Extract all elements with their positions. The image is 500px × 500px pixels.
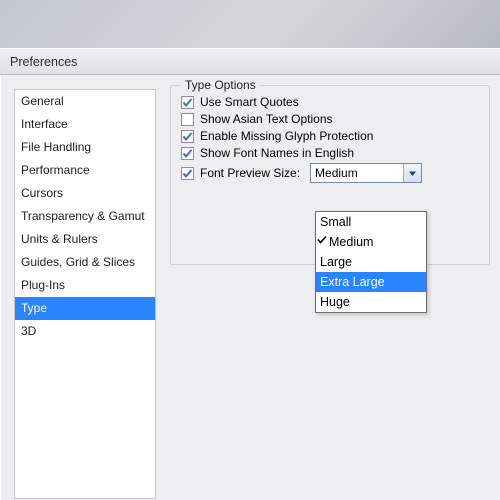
sidebar-item-3d[interactable]: 3D [15, 320, 155, 343]
dropdown-item-extra-large[interactable]: Extra Large [316, 272, 426, 292]
sidebar-item-label: Cursors [21, 186, 63, 200]
dialog-body: General Interface File Handling Performa… [0, 75, 500, 500]
type-options-legend: Type Options [181, 78, 260, 92]
sidebar-item-label: Interface [21, 117, 68, 131]
check-label: Use Smart Quotes [200, 95, 299, 109]
sidebar-item-type[interactable]: Type [15, 297, 155, 320]
dropdown-item-label: Huge [320, 295, 350, 309]
check-font-preview-size[interactable] [181, 167, 194, 180]
check-smart-quotes-row: Use Smart Quotes [181, 95, 481, 109]
dropdown-item-label: Extra Large [320, 275, 385, 289]
preferences-dialog: Preferences General Interface File Handl… [0, 48, 500, 500]
checkmark-icon [182, 131, 193, 142]
dialog-titlebar: Preferences [0, 49, 500, 75]
sidebar-item-general[interactable]: General [15, 90, 155, 113]
dropdown-item-large[interactable]: Large [316, 252, 426, 272]
font-preview-row: Font Preview Size: Medium [181, 163, 481, 183]
combo-dropdown-button[interactable] [403, 164, 421, 182]
sidebar-item-performance[interactable]: Performance [15, 159, 155, 182]
dialog-title: Preferences [10, 55, 77, 69]
check-asian-text[interactable] [181, 113, 194, 126]
font-preview-size-dropdown[interactable]: Small Medium Large Extra Large Huge [315, 211, 427, 313]
current-selection-icon [317, 235, 327, 245]
sidebar-item-cursors[interactable]: Cursors [15, 182, 155, 205]
font-preview-label: Font Preview Size: [200, 166, 300, 180]
combo-value: Medium [311, 164, 403, 182]
check-font-names-english[interactable] [181, 147, 194, 160]
dropdown-item-label: Large [320, 255, 352, 269]
check-smart-quotes[interactable] [181, 96, 194, 109]
category-listbox[interactable]: General Interface File Handling Performa… [14, 89, 156, 499]
dropdown-item-label: Medium [320, 235, 373, 249]
sidebar-item-label: General [21, 94, 64, 108]
sidebar-item-label: Transparency & Gamut [21, 209, 145, 223]
check-missing-glyph-row: Enable Missing Glyph Protection [181, 129, 481, 143]
check-asian-text-row: Show Asian Text Options [181, 112, 481, 126]
sidebar-item-interface[interactable]: Interface [15, 113, 155, 136]
sidebar-item-guides-grid-slices[interactable]: Guides, Grid & Slices [15, 251, 155, 274]
check-label: Show Font Names in English [200, 146, 354, 160]
check-missing-glyph[interactable] [181, 130, 194, 143]
sidebar-item-file-handling[interactable]: File Handling [15, 136, 155, 159]
check-label: Show Asian Text Options [200, 112, 333, 126]
sidebar-item-label: Plug-Ins [21, 278, 65, 292]
checkmark-icon [182, 148, 193, 159]
checkmark-icon [182, 97, 193, 108]
sidebar-item-label: Performance [21, 163, 90, 177]
sidebar-item-label: File Handling [21, 140, 91, 154]
dropdown-item-huge[interactable]: Huge [316, 292, 426, 312]
sidebar-item-label: Type [21, 301, 47, 315]
sidebar-item-units-rulers[interactable]: Units & Rulers [15, 228, 155, 251]
sidebar-item-label: Guides, Grid & Slices [21, 255, 135, 269]
font-preview-size-combo[interactable]: Medium [310, 163, 422, 183]
sidebar-item-label: 3D [21, 324, 36, 338]
dropdown-item-medium[interactable]: Medium [316, 232, 426, 252]
check-label: Enable Missing Glyph Protection [200, 129, 373, 143]
dropdown-item-label: Small [320, 215, 351, 229]
sidebar-item-transparency-gamut[interactable]: Transparency & Gamut [15, 205, 155, 228]
sidebar-item-label: Units & Rulers [21, 232, 98, 246]
sidebar-item-plug-ins[interactable]: Plug-Ins [15, 274, 155, 297]
dropdown-item-small[interactable]: Small [316, 212, 426, 232]
chevron-down-icon [408, 169, 417, 178]
checkmark-icon [182, 168, 193, 179]
check-font-names-english-row: Show Font Names in English [181, 146, 481, 160]
